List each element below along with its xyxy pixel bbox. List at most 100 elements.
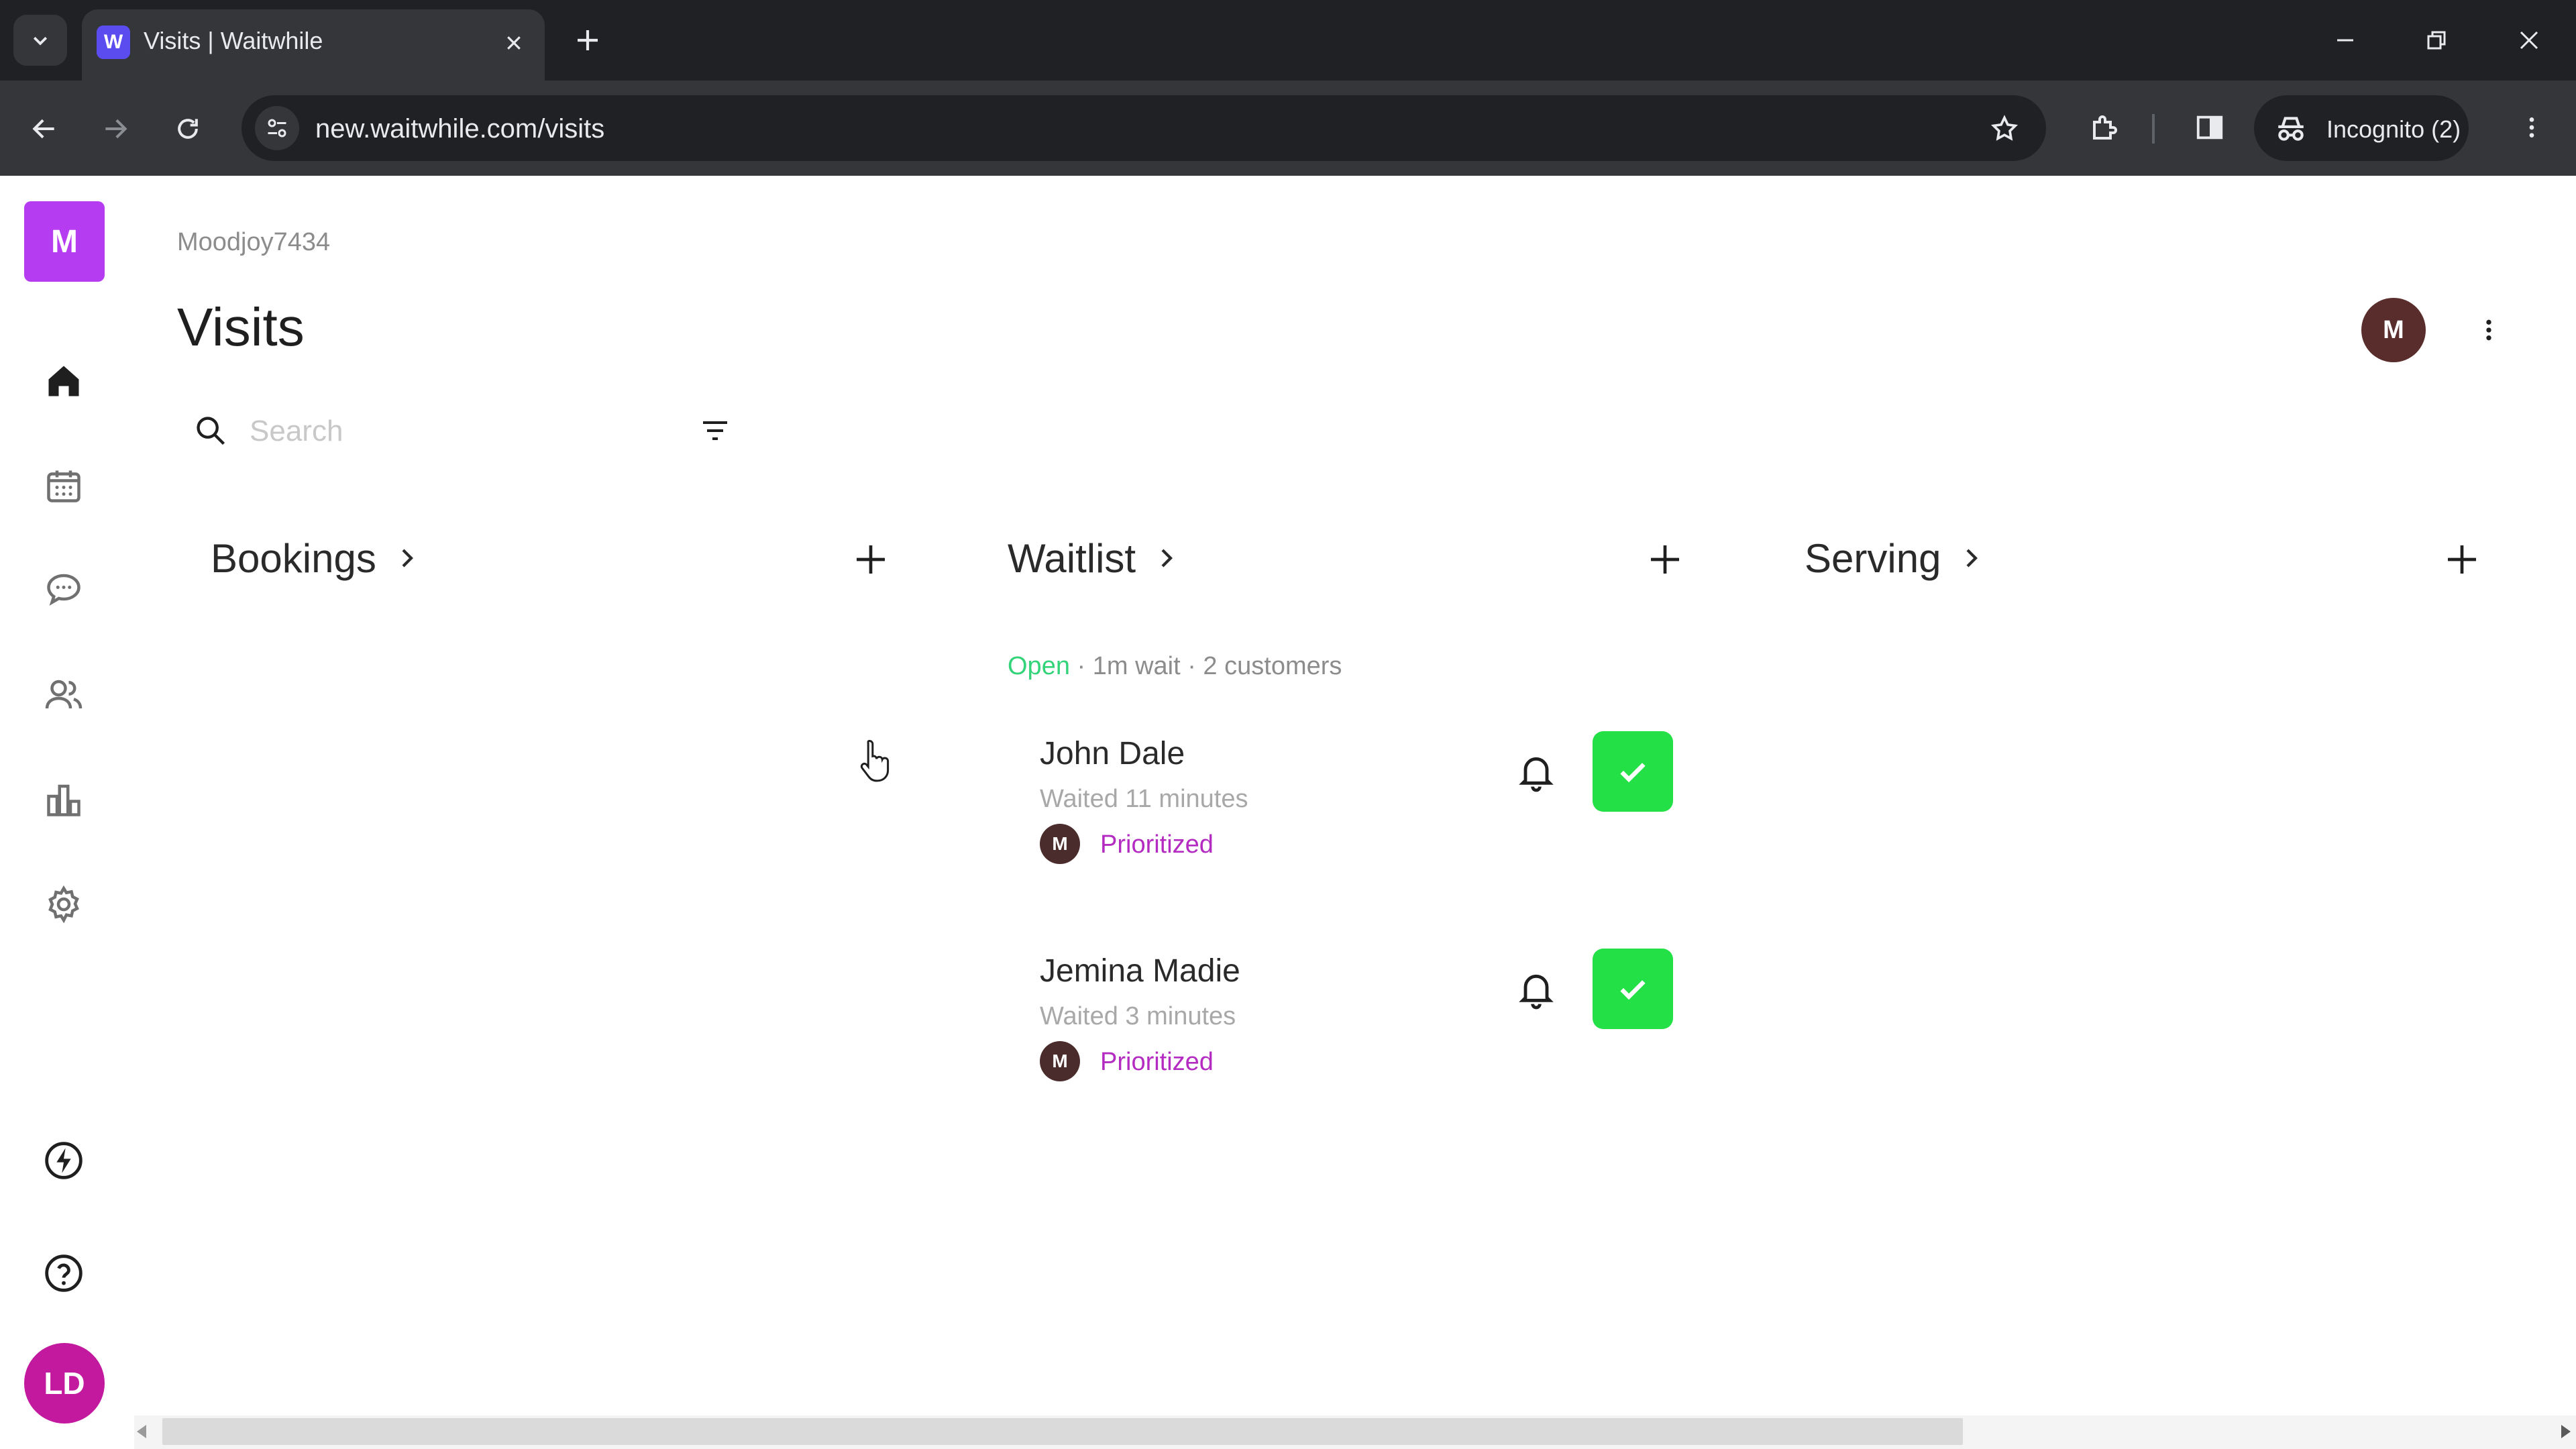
browser-menu-button[interactable] bbox=[2505, 101, 2559, 154]
tab-title: Visits | Waitwhile bbox=[144, 27, 323, 54]
bookmark-button[interactable] bbox=[1983, 107, 2026, 150]
filter-button[interactable] bbox=[694, 409, 737, 452]
forward-button[interactable] bbox=[89, 102, 142, 156]
minimize-button[interactable] bbox=[2318, 13, 2372, 67]
filter-icon bbox=[703, 421, 727, 440]
list-item[interactable]: Jemina Madie Waited 3 minutes M Prioriti… bbox=[1040, 949, 1684, 1116]
tab-close-button[interactable] bbox=[498, 27, 530, 59]
favicon-letter: W bbox=[103, 31, 123, 53]
header-user-avatar[interactable]: M bbox=[2361, 298, 2426, 362]
help-icon bbox=[45, 1254, 83, 1292]
sidebar-item-calendar[interactable] bbox=[37, 459, 91, 513]
app-content: M LD Moodjoy7434 Visits M Search Booking… bbox=[0, 176, 2576, 1449]
reload-button[interactable] bbox=[161, 102, 215, 156]
add-serving-button[interactable] bbox=[2436, 534, 2487, 585]
incognito-icon bbox=[2278, 117, 2304, 141]
staff-avatar: M bbox=[1040, 824, 1080, 864]
plus-icon bbox=[578, 30, 598, 50]
minimize-icon bbox=[2337, 39, 2353, 42]
add-booking-button[interactable] bbox=[845, 534, 896, 585]
chevron-right-icon bbox=[1966, 549, 1978, 568]
serve-button[interactable] bbox=[1593, 949, 1673, 1029]
serve-button[interactable] bbox=[1593, 731, 1673, 812]
incognito-badge[interactable]: Incognito (2) bbox=[2254, 95, 2469, 161]
sidebar-item-whats-new[interactable] bbox=[37, 1134, 91, 1187]
sidebar: M LD bbox=[0, 176, 127, 1449]
page-title: Visits bbox=[177, 297, 305, 357]
waitlist-title: Waitlist bbox=[1008, 535, 1136, 581]
close-icon bbox=[2520, 31, 2538, 50]
browser-tab-active[interactable]: W Visits | Waitwhile bbox=[82, 9, 545, 80]
add-to-waitlist-button[interactable] bbox=[1640, 534, 1690, 585]
chat-icon bbox=[47, 574, 80, 606]
sidebar-item-settings[interactable] bbox=[37, 877, 91, 931]
prioritized-tag: Prioritized bbox=[1100, 1048, 1214, 1076]
more-vertical-icon bbox=[2529, 117, 2534, 138]
chevron-right-icon bbox=[1161, 549, 1173, 568]
scrollbar-thumb[interactable] bbox=[162, 1418, 1963, 1445]
window-close-button[interactable] bbox=[2502, 13, 2556, 67]
visit-wait-time: Waited 11 minutes bbox=[1040, 785, 1248, 813]
more-vertical-icon bbox=[2486, 319, 2491, 341]
url-text[interactable]: new.waitwhile.com/visits bbox=[315, 114, 604, 144]
workspace-avatar[interactable]: M bbox=[24, 201, 105, 282]
sidebar-item-analytics[interactable] bbox=[37, 773, 91, 826]
hand-cursor-icon bbox=[860, 739, 890, 782]
tune-icon bbox=[268, 119, 286, 138]
sidebar-item-messages[interactable] bbox=[37, 562, 91, 616]
serving-header[interactable]: Serving bbox=[1805, 525, 1984, 592]
notify-button[interactable] bbox=[1509, 745, 1563, 798]
analytics-icon bbox=[47, 784, 80, 816]
visit-customer-name: John Dale bbox=[1040, 736, 1185, 771]
side-panel-button[interactable] bbox=[2183, 101, 2237, 154]
waitlist-open-status: Open bbox=[1008, 652, 1070, 680]
address-bar[interactable]: new.waitwhile.com/visits bbox=[241, 95, 2046, 161]
toolbar-divider bbox=[2152, 114, 2155, 144]
staff-avatar: M bbox=[1040, 1041, 1080, 1081]
horizontal-scrollbar[interactable] bbox=[134, 1415, 2576, 1449]
waitwhile-favicon-icon: W bbox=[97, 25, 130, 59]
list-item[interactable]: John Dale Waited 11 minutes M Prioritize… bbox=[1040, 731, 1684, 899]
reload-icon bbox=[178, 119, 198, 139]
user-avatar[interactable]: LD bbox=[24, 1343, 105, 1424]
sidebar-item-home[interactable] bbox=[37, 354, 91, 408]
arrow-left-icon bbox=[32, 119, 54, 139]
check-icon bbox=[1620, 980, 1646, 1000]
calendar-icon bbox=[47, 470, 80, 502]
serving-title: Serving bbox=[1805, 535, 1941, 581]
plus-icon bbox=[1651, 545, 1679, 574]
bell-icon bbox=[1519, 974, 1554, 1010]
incognito-label: Incognito (2) bbox=[2326, 115, 2461, 143]
browser-toolbar: new.waitwhile.com/visits Incognito (2) bbox=[0, 80, 2576, 176]
visit-customer-name: Jemina Madie bbox=[1040, 953, 1240, 989]
users-icon bbox=[45, 680, 83, 709]
extensions-button[interactable] bbox=[2077, 101, 2131, 154]
settings-icon bbox=[48, 885, 79, 924]
tab-search-button[interactable] bbox=[13, 15, 67, 66]
check-icon bbox=[1620, 763, 1646, 783]
bookings-header[interactable]: Bookings bbox=[211, 525, 419, 592]
restore-icon bbox=[2427, 31, 2446, 50]
more-options-button[interactable] bbox=[2462, 303, 2516, 357]
plus-icon bbox=[857, 545, 885, 574]
site-info-button[interactable] bbox=[255, 106, 299, 150]
arrow-right-icon bbox=[105, 119, 127, 139]
search-icon bbox=[197, 417, 225, 445]
sidebar-item-help[interactable] bbox=[37, 1246, 91, 1300]
notify-button[interactable] bbox=[1509, 962, 1563, 1016]
scroll-right-arrow-icon[interactable] bbox=[2561, 1425, 2571, 1438]
new-tab-button[interactable] bbox=[568, 20, 608, 60]
waitlist-header[interactable]: Waitlist bbox=[1008, 525, 1179, 592]
back-button[interactable] bbox=[17, 102, 71, 156]
bolt-icon bbox=[45, 1142, 83, 1179]
search-input[interactable] bbox=[248, 405, 627, 458]
waitlist-status: Open · 1m wait · 2 customers bbox=[1008, 652, 1342, 681]
visit-wait-time: Waited 3 minutes bbox=[1040, 1002, 1236, 1030]
sidebar-item-customers[interactable] bbox=[37, 668, 91, 722]
scroll-left-arrow-icon[interactable] bbox=[137, 1425, 146, 1438]
puzzle-icon bbox=[2093, 115, 2117, 140]
chevron-right-icon bbox=[402, 549, 413, 568]
prioritized-tag: Prioritized bbox=[1100, 830, 1214, 859]
restore-button[interactable] bbox=[2410, 13, 2463, 67]
close-icon bbox=[507, 36, 521, 50]
